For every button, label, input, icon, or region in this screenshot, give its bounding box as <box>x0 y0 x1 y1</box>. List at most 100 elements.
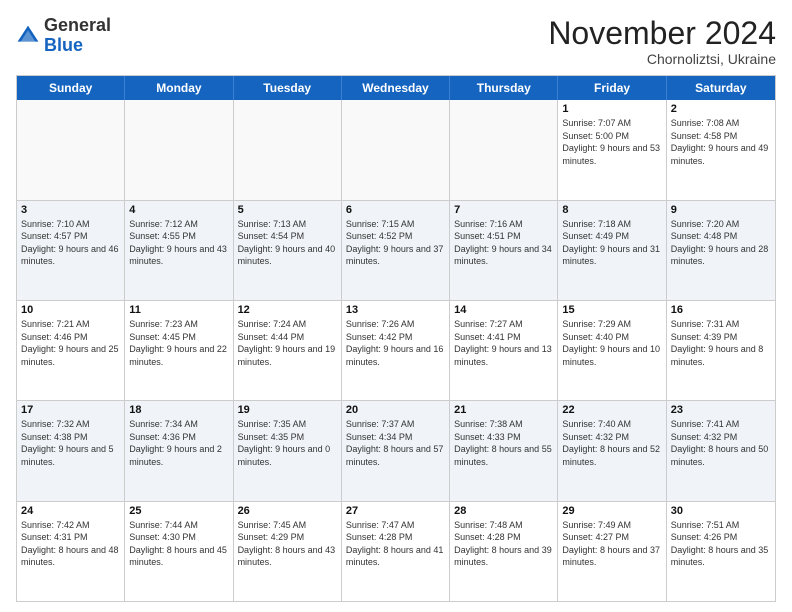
calendar-cell-4-2: 26 Sunrise: 7:45 AM Sunset: 4:29 PM Dayli… <box>234 502 342 601</box>
day-number: 12 <box>238 304 337 316</box>
calendar-row-0: 1 Sunrise: 7:07 AM Sunset: 5:00 PM Daylig… <box>17 100 775 199</box>
day-info: Sunrise: 7:07 AM Sunset: 5:00 PM Dayligh… <box>562 117 661 167</box>
day-number: 5 <box>238 204 337 216</box>
day-number: 29 <box>562 505 661 517</box>
logo: General Blue <box>16 16 111 56</box>
calendar-cell-3-3: 20Sunrise: 7:37 AM Sunset: 4:34 PM Dayli… <box>342 401 450 500</box>
calendar-cell-0-0 <box>17 100 125 199</box>
calendar-cell-1-5: 8 Sunrise: 7:18 AM Sunset: 4:49 PM Daylig… <box>558 201 666 300</box>
day-info: Sunrise: 7:10 AM Sunset: 4:57 PM Dayligh… <box>21 218 120 268</box>
calendar-cell-4-1: 25 Sunrise: 7:44 AM Sunset: 4:30 PM Dayli… <box>125 502 233 601</box>
day-info: Sunrise: 7:40 AM Sunset: 4:32 PM Dayligh… <box>562 418 661 468</box>
day-number: 15 <box>562 304 661 316</box>
day-info: Sunrise: 7:24 AM Sunset: 4:44 PM Dayligh… <box>238 318 337 368</box>
calendar-cell-3-0: 17 Sunrise: 7:32 AM Sunset: 4:38 PM Dayli… <box>17 401 125 500</box>
calendar-cell-4-4: 28Sunrise: 7:48 AM Sunset: 4:28 PM Dayli… <box>450 502 558 601</box>
calendar-cell-2-6: 16Sunrise: 7:31 AM Sunset: 4:39 PM Dayli… <box>667 301 775 400</box>
day-number: 6 <box>346 204 445 216</box>
weekday-header-wednesday: Wednesday <box>342 76 450 100</box>
day-number: 30 <box>671 505 771 517</box>
month-title: November 2024 <box>548 16 776 51</box>
calendar-cell-1-2: 5 Sunrise: 7:13 AM Sunset: 4:54 PM Daylig… <box>234 201 342 300</box>
calendar-cell-1-3: 6 Sunrise: 7:15 AM Sunset: 4:52 PM Daylig… <box>342 201 450 300</box>
calendar-cell-2-0: 10 Sunrise: 7:21 AM Sunset: 4:46 PM Dayli… <box>17 301 125 400</box>
day-info: Sunrise: 7:18 AM Sunset: 4:49 PM Dayligh… <box>562 218 661 268</box>
title-block: November 2024 Chornoliztsi, Ukraine <box>548 16 776 67</box>
calendar-cell-0-5: 1 Sunrise: 7:07 AM Sunset: 5:00 PM Daylig… <box>558 100 666 199</box>
day-number: 22 <box>562 404 661 416</box>
day-info: Sunrise: 7:15 AM Sunset: 4:52 PM Dayligh… <box>346 218 445 268</box>
day-info: Sunrise: 7:35 AM Sunset: 4:35 PM Dayligh… <box>238 418 337 468</box>
calendar-cell-1-6: 9Sunrise: 7:20 AM Sunset: 4:48 PM Daylig… <box>667 201 775 300</box>
calendar-cell-4-6: 30 Sunrise: 7:51 AM Sunset: 4:26 PM Dayli… <box>667 502 775 601</box>
weekday-header-monday: Monday <box>125 76 233 100</box>
day-info: Sunrise: 7:27 AM Sunset: 4:41 PM Dayligh… <box>454 318 553 368</box>
day-info: Sunrise: 7:41 AM Sunset: 4:32 PM Dayligh… <box>671 418 771 468</box>
calendar-cell-3-1: 18Sunrise: 7:34 AM Sunset: 4:36 PM Dayli… <box>125 401 233 500</box>
day-number: 24 <box>21 505 120 517</box>
day-number: 20 <box>346 404 445 416</box>
calendar-cell-1-0: 3 Sunrise: 7:10 AM Sunset: 4:57 PM Daylig… <box>17 201 125 300</box>
calendar-cell-1-1: 4 Sunrise: 7:12 AM Sunset: 4:55 PM Daylig… <box>125 201 233 300</box>
calendar-cell-2-2: 12 Sunrise: 7:24 AM Sunset: 4:44 PM Dayli… <box>234 301 342 400</box>
logo-general-text: General <box>44 15 111 35</box>
calendar-cell-0-6: 2 Sunrise: 7:08 AM Sunset: 4:58 PM Daylig… <box>667 100 775 199</box>
day-info: Sunrise: 7:29 AM Sunset: 4:40 PM Dayligh… <box>562 318 661 368</box>
calendar-row-4: 24 Sunrise: 7:42 AM Sunset: 4:31 PM Dayli… <box>17 501 775 601</box>
calendar-header: SundayMondayTuesdayWednesdayThursdayFrid… <box>17 76 775 100</box>
day-info: Sunrise: 7:32 AM Sunset: 4:38 PM Dayligh… <box>21 418 120 468</box>
day-info: Sunrise: 7:42 AM Sunset: 4:31 PM Dayligh… <box>21 519 120 569</box>
day-info: Sunrise: 7:23 AM Sunset: 4:45 PM Dayligh… <box>129 318 228 368</box>
calendar-cell-2-3: 13Sunrise: 7:26 AM Sunset: 4:42 PM Dayli… <box>342 301 450 400</box>
day-number: 11 <box>129 304 228 316</box>
day-number: 2 <box>671 103 771 115</box>
day-info: Sunrise: 7:49 AM Sunset: 4:27 PM Dayligh… <box>562 519 661 569</box>
calendar-row-2: 10 Sunrise: 7:21 AM Sunset: 4:46 PM Dayli… <box>17 300 775 400</box>
logo-blue-text: Blue <box>44 35 83 55</box>
calendar-cell-4-3: 27Sunrise: 7:47 AM Sunset: 4:28 PM Dayli… <box>342 502 450 601</box>
day-info: Sunrise: 7:48 AM Sunset: 4:28 PM Dayligh… <box>454 519 553 569</box>
weekday-header-friday: Friday <box>558 76 666 100</box>
day-number: 4 <box>129 204 228 216</box>
day-info: Sunrise: 7:44 AM Sunset: 4:30 PM Dayligh… <box>129 519 228 569</box>
calendar-cell-3-4: 21Sunrise: 7:38 AM Sunset: 4:33 PM Dayli… <box>450 401 558 500</box>
logo-text: General Blue <box>44 16 111 56</box>
day-number: 3 <box>21 204 120 216</box>
day-info: Sunrise: 7:16 AM Sunset: 4:51 PM Dayligh… <box>454 218 553 268</box>
calendar-cell-3-5: 22 Sunrise: 7:40 AM Sunset: 4:32 PM Dayli… <box>558 401 666 500</box>
calendar-row-1: 3 Sunrise: 7:10 AM Sunset: 4:57 PM Daylig… <box>17 200 775 300</box>
weekday-header-tuesday: Tuesday <box>234 76 342 100</box>
logo-icon <box>16 24 40 48</box>
day-info: Sunrise: 7:38 AM Sunset: 4:33 PM Dayligh… <box>454 418 553 468</box>
day-number: 17 <box>21 404 120 416</box>
header: General Blue November 2024 Chornoliztsi,… <box>16 16 776 67</box>
day-info: Sunrise: 7:12 AM Sunset: 4:55 PM Dayligh… <box>129 218 228 268</box>
day-info: Sunrise: 7:45 AM Sunset: 4:29 PM Dayligh… <box>238 519 337 569</box>
day-info: Sunrise: 7:31 AM Sunset: 4:39 PM Dayligh… <box>671 318 771 368</box>
day-info: Sunrise: 7:21 AM Sunset: 4:46 PM Dayligh… <box>21 318 120 368</box>
calendar-cell-0-3 <box>342 100 450 199</box>
day-info: Sunrise: 7:26 AM Sunset: 4:42 PM Dayligh… <box>346 318 445 368</box>
day-number: 26 <box>238 505 337 517</box>
day-number: 25 <box>129 505 228 517</box>
day-number: 1 <box>562 103 661 115</box>
day-number: 8 <box>562 204 661 216</box>
calendar-cell-2-1: 11 Sunrise: 7:23 AM Sunset: 4:45 PM Dayli… <box>125 301 233 400</box>
day-info: Sunrise: 7:13 AM Sunset: 4:54 PM Dayligh… <box>238 218 337 268</box>
day-number: 23 <box>671 404 771 416</box>
weekday-header-sunday: Sunday <box>17 76 125 100</box>
day-info: Sunrise: 7:08 AM Sunset: 4:58 PM Dayligh… <box>671 117 771 167</box>
calendar-body: 1 Sunrise: 7:07 AM Sunset: 5:00 PM Daylig… <box>17 100 775 601</box>
calendar-cell-4-5: 29 Sunrise: 7:49 AM Sunset: 4:27 PM Dayli… <box>558 502 666 601</box>
day-number: 10 <box>21 304 120 316</box>
day-number: 9 <box>671 204 771 216</box>
calendar-cell-3-6: 23 Sunrise: 7:41 AM Sunset: 4:32 PM Dayli… <box>667 401 775 500</box>
weekday-header-saturday: Saturday <box>667 76 775 100</box>
calendar-row-3: 17 Sunrise: 7:32 AM Sunset: 4:38 PM Dayli… <box>17 400 775 500</box>
day-number: 19 <box>238 404 337 416</box>
day-number: 27 <box>346 505 445 517</box>
calendar-cell-0-1 <box>125 100 233 199</box>
day-info: Sunrise: 7:51 AM Sunset: 4:26 PM Dayligh… <box>671 519 771 569</box>
page: General Blue November 2024 Chornoliztsi,… <box>0 0 792 612</box>
day-number: 14 <box>454 304 553 316</box>
